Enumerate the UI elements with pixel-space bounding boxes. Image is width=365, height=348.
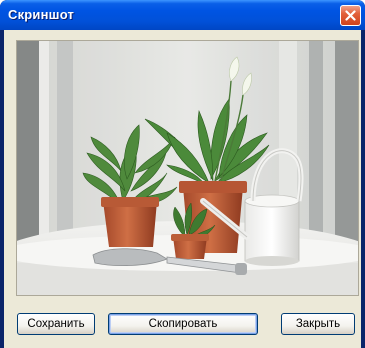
window-title: Скриншот [8,7,75,22]
screenshot-window: Скриншот Сохранить Скопировать Закрыть [0,0,365,348]
plants-photo [17,41,358,295]
close-button[interactable]: Закрыть [281,313,355,335]
close-icon [345,10,356,21]
window-client-area: Сохранить Скопировать Закрыть [4,30,361,348]
copy-button[interactable]: Скопировать [108,313,258,335]
title-bar[interactable]: Скриншот [0,0,365,30]
save-button[interactable]: Сохранить [17,313,95,335]
close-window-button[interactable] [340,5,361,26]
screenshot-image [16,40,359,296]
